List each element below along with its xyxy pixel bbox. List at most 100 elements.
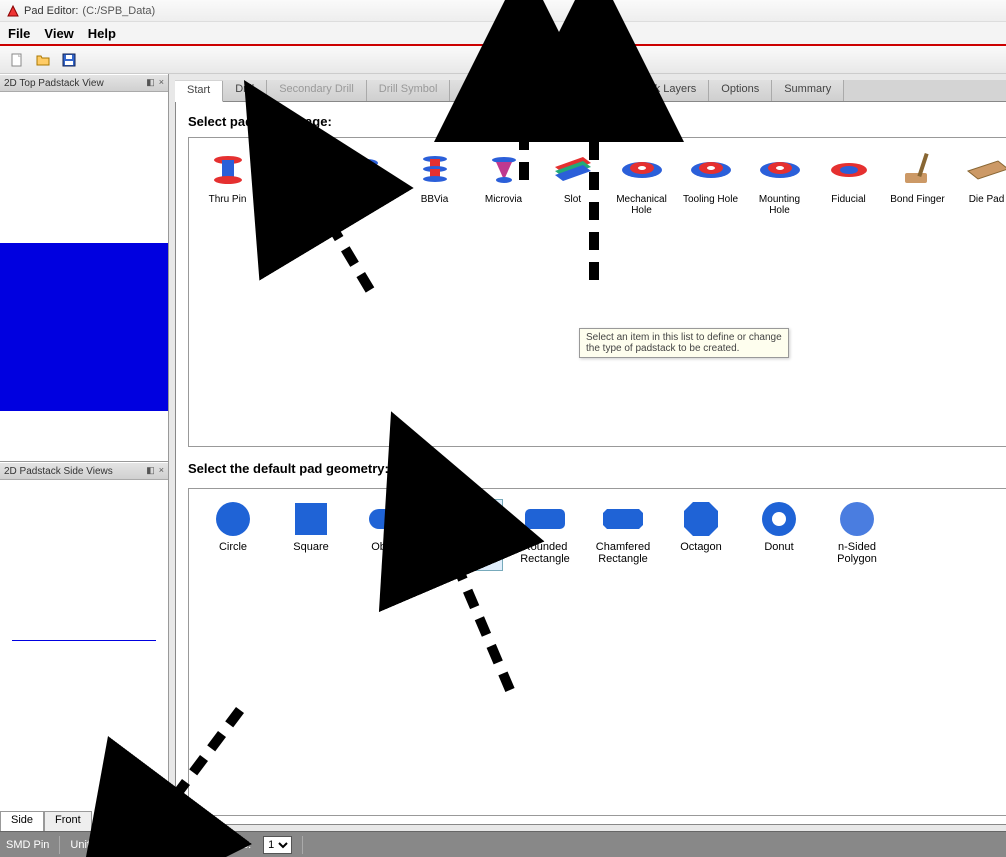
geometry-octagon[interactable]: Octagon (665, 499, 737, 569)
usage-thru-pin[interactable]: Thru Pin (195, 148, 260, 222)
geometry-rounded-rectangle[interactable]: Rounded Rectangle (509, 499, 581, 569)
geometry-icon (757, 501, 801, 537)
usage-label: Fiducial (831, 194, 865, 218)
geometry-list-box: Circle Square Oblong Rectangle Rounded Recta… (188, 488, 1006, 816)
usage-label: BBVia (421, 194, 449, 218)
usage-mounting-hole[interactable]: Mounting Hole (747, 148, 812, 222)
side-tab-front[interactable]: Front (44, 811, 92, 831)
usage-slot[interactable]: Slot (540, 148, 605, 222)
geometry-label: Square (293, 541, 328, 567)
usage-via[interactable]: Via (333, 148, 398, 222)
usage-icon (963, 150, 1006, 190)
tab-mask-layers[interactable]: Mask Layers (622, 80, 709, 101)
geometry-label: Octagon (680, 541, 722, 567)
usage-heading: Select padstack usage: (188, 114, 1006, 129)
title-bar: Pad Editor: (C:/SPB_Data) (0, 0, 1006, 22)
top-view-canvas (0, 92, 168, 462)
usage-list-box: Thru Pin SMD Pin Via BBVia Microvia Slot Mecha… (188, 137, 1006, 447)
usage-icon (273, 151, 321, 191)
pad-preview-top (0, 243, 168, 411)
usage-smd-pin[interactable]: SMD Pin (264, 148, 329, 222)
usage-icon (825, 150, 873, 190)
usage-icon (204, 150, 252, 190)
usage-label: Thru Pin (209, 194, 247, 218)
status-bar: SMD Pin Units: Mils Decimal places: 1 (0, 831, 1006, 857)
usage-label: Mounting Hole (749, 194, 810, 218)
menu-view[interactable]: View (44, 26, 73, 41)
usage-label: Slot (564, 194, 581, 218)
side-tab-side[interactable]: Side (0, 811, 44, 831)
geometry-circle[interactable]: Circle (197, 499, 269, 569)
dock-pin-icon[interactable]: ◧ (146, 77, 155, 88)
units-select[interactable]: Mils (111, 836, 153, 854)
main-panel: StartDrillSecondary DrillDrill SymbolDri… (169, 74, 1006, 831)
tab-drill-symbol: Drill Symbol (367, 80, 451, 101)
geometry-donut[interactable]: Donut (743, 499, 815, 569)
tab-drill[interactable]: Drill (223, 80, 267, 101)
dock-pin-icon[interactable]: ◧ (146, 465, 155, 476)
geometry-label: Rectangle (442, 542, 492, 568)
tab-row: StartDrillSecondary DrillDrill SymbolDri… (175, 80, 1006, 102)
usage-bond-finger[interactable]: Bond Finger (885, 148, 950, 222)
geometry-label: Chamfered Rectangle (589, 541, 657, 567)
geometry-heading: Select the default pad geometry: (188, 461, 1006, 476)
tab-design-layers[interactable]: Design Layers (527, 80, 622, 101)
usage-icon (756, 150, 804, 190)
usage-microvia[interactable]: Microvia (471, 148, 536, 222)
geometry-n-sided-polygon[interactable]: n-Sided Polygon (821, 499, 893, 569)
pad-preview-side (12, 640, 156, 641)
usage-mechanical-hole[interactable]: Mechanical Hole (609, 148, 674, 222)
tab-summary[interactable]: Summary (772, 80, 844, 101)
usage-fiducial[interactable]: Fiducial (816, 148, 881, 222)
menu-help[interactable]: Help (88, 26, 116, 41)
save-file-icon[interactable] (60, 51, 78, 69)
geometry-icon (211, 501, 255, 537)
decimals-select[interactable]: 1 (263, 836, 292, 854)
usage-label: Mechanical Hole (611, 194, 672, 218)
menu-bar: File View Help (0, 22, 1006, 46)
geometry-label: n-Sided Polygon (823, 541, 891, 567)
decimals-label: Decimal places: (174, 839, 252, 851)
usage-icon (342, 150, 390, 190)
tab-secondary-drill: Secondary Drill (267, 80, 367, 101)
app-path: (C:/SPB_Data) (82, 5, 155, 17)
tool-bar (0, 46, 1006, 74)
menu-file[interactable]: File (8, 26, 30, 41)
usage-icon (480, 150, 528, 190)
units-label: Units: (70, 839, 98, 851)
geometry-label: Oblong (371, 541, 406, 567)
geometry-label: Donut (764, 541, 793, 567)
usage-label: Tooling Hole (683, 194, 738, 218)
geometry-oblong[interactable]: Oblong (353, 499, 425, 569)
geometry-icon (445, 502, 489, 538)
tab-content: Select padstack usage: Thru Pin SMD Pin Vi… (175, 102, 1006, 825)
dock-close-icon[interactable]: × (159, 465, 164, 476)
dock-close-icon[interactable]: × (159, 77, 164, 88)
geometry-icon (289, 501, 333, 537)
geometry-label: Circle (219, 541, 247, 567)
usage-die-pad[interactable]: Die Pad (954, 148, 1006, 222)
geometry-icon (367, 501, 411, 537)
geometry-icon (523, 501, 567, 537)
usage-bbvia[interactable]: BBVia (402, 148, 467, 222)
dock-title-side: 2D Padstack Side Views (4, 466, 113, 477)
usage-label: Microvia (485, 194, 522, 218)
dock-title-top: 2D Top Padstack View (4, 78, 104, 89)
geometry-icon (679, 501, 723, 537)
usage-icon (618, 150, 666, 190)
new-file-icon[interactable] (8, 51, 26, 69)
left-sidebar: 2D Top Padstack View ◧ × 2D Padstack Side… (0, 74, 169, 831)
geometry-square[interactable]: Square (275, 499, 347, 569)
usage-tooling-hole[interactable]: Tooling Hole (678, 148, 743, 222)
usage-icon (894, 150, 942, 190)
usage-label: Die Pad (969, 194, 1005, 218)
tab-start[interactable]: Start (175, 81, 223, 102)
status-pin-type: SMD Pin (6, 839, 49, 851)
dock-header-top: 2D Top Padstack View ◧ × (0, 74, 168, 92)
geometry-rectangle[interactable]: Rectangle (431, 499, 503, 571)
tab-options[interactable]: Options (709, 80, 772, 101)
usage-label: Via (358, 194, 372, 218)
usage-label: SMD Pin (277, 195, 316, 219)
geometry-chamfered-rectangle[interactable]: Chamfered Rectangle (587, 499, 659, 569)
open-file-icon[interactable] (34, 51, 52, 69)
